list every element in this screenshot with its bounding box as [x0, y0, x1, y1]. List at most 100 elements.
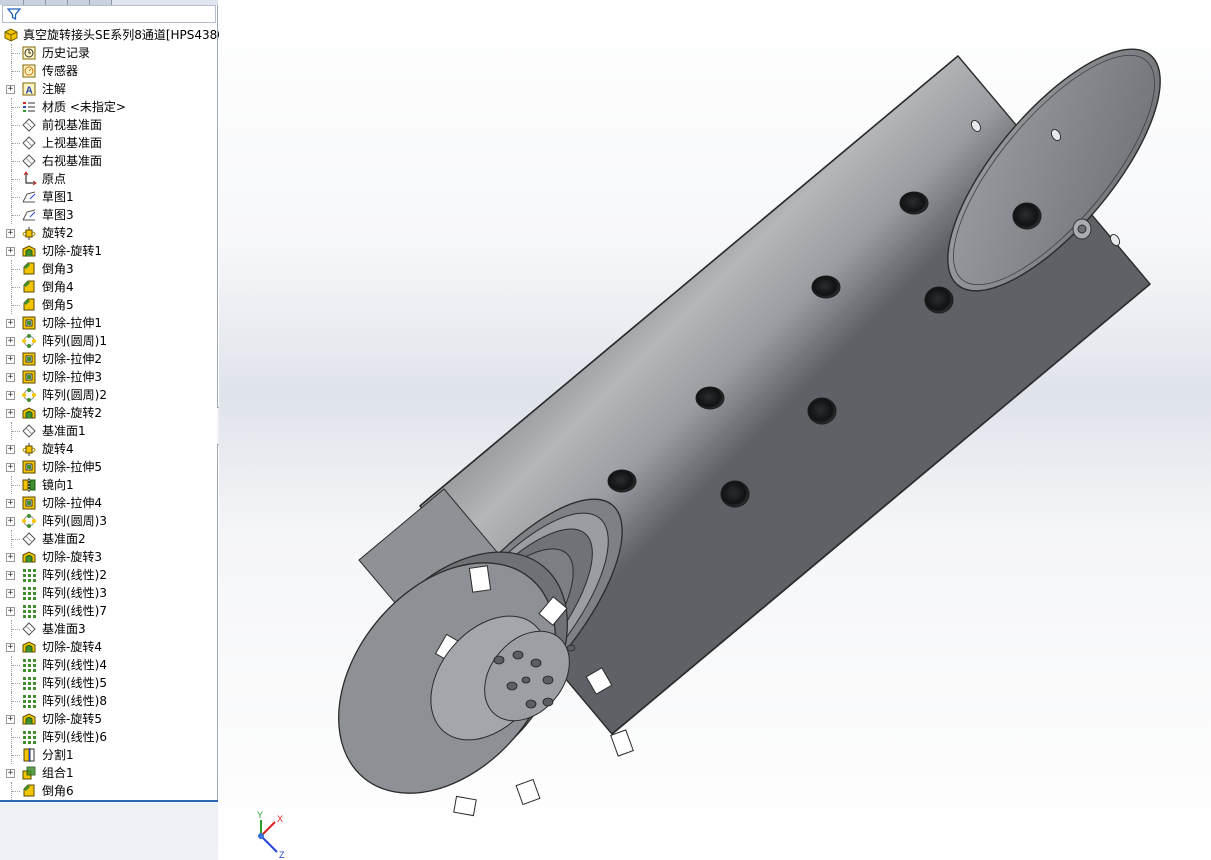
tree-root-part[interactable]: 真空旋转接头SE系列8通道[HPS4380: [0, 26, 225, 44]
tree-item-linear-pattern[interactable]: + 阵列(线性)2: [0, 566, 218, 584]
expand-toggle[interactable]: +: [6, 463, 15, 472]
tree-item-cut-extrude[interactable]: + 切除-拉伸2: [0, 350, 218, 368]
rotary-joint-model[interactable]: [219, 0, 1211, 860]
annotation-icon: A: [22, 82, 36, 97]
tree-item-linear-pattern[interactable]: + 阵列(线性)7: [0, 602, 218, 620]
tree-item-material[interactable]: 材质 <未指定>: [0, 98, 218, 116]
tree-item-linear-pattern[interactable]: 阵列(线性)6: [0, 728, 218, 746]
tree-item-cut-revolve[interactable]: + 切除-旋转4: [0, 638, 218, 656]
tree-item-label: 切除-拉伸5: [42, 460, 102, 474]
tree-item-linear-pattern[interactable]: 阵列(线性)5: [0, 674, 218, 692]
tree-item-label: 基准面1: [42, 424, 86, 438]
triad-z-label: Z: [279, 850, 285, 860]
expand-toggle[interactable]: +: [6, 553, 15, 562]
tree-item-label: 旋转4: [42, 442, 74, 456]
tree-connector: [11, 296, 20, 314]
expand-toggle[interactable]: +: [6, 445, 15, 454]
circular-pattern-icon: [22, 514, 36, 528]
tree-item-plane[interactable]: 上视基准面: [0, 134, 218, 152]
tree-item-cut-revolve[interactable]: + 切除-旋转1: [0, 242, 218, 260]
tree-item-label: 切除-旋转1: [42, 244, 102, 258]
tree-item-label: 右视基准面: [42, 154, 103, 168]
tree-item-chamfer[interactable]: 倒角3: [0, 260, 218, 278]
tree-item-linear-pattern[interactable]: 阵列(线性)4: [0, 656, 218, 674]
expand-toggle[interactable]: +: [6, 229, 15, 238]
revolve-icon: [22, 227, 36, 240]
tree-item-linear-pattern[interactable]: + 阵列(线性)3: [0, 584, 218, 602]
tree-connector: [11, 206, 20, 224]
chamfer-icon: [23, 280, 35, 293]
tree-item-circular-pattern[interactable]: + 阵列(圆周)2: [0, 386, 218, 404]
feature-filter-input[interactable]: [2, 5, 216, 23]
tree-item-cut-extrude[interactable]: + 切除-拉伸4: [0, 494, 218, 512]
expand-toggle[interactable]: +: [6, 499, 15, 508]
tree-item-plane[interactable]: 基准面1: [0, 422, 218, 440]
expand-toggle[interactable]: +: [6, 607, 15, 616]
tree-item-cut-revolve[interactable]: + 切除-旋转2: [0, 404, 218, 422]
tree-item-chamfer[interactable]: 倒角5: [0, 296, 218, 314]
cut-revolve-icon: [22, 407, 36, 419]
expand-toggle[interactable]: +: [6, 337, 15, 346]
tree-item-label: 注解: [42, 82, 67, 96]
tree-item-plane[interactable]: 右视基准面: [0, 152, 218, 170]
expand-toggle[interactable]: +: [6, 769, 15, 778]
tree-item-plane[interactable]: 前视基准面: [0, 116, 218, 134]
tree-item-combine[interactable]: + 组合1: [0, 764, 218, 782]
tree-item-linear-pattern[interactable]: 阵列(线性)8: [0, 692, 218, 710]
tree-item-label: 镜向1: [42, 478, 74, 492]
tree-item-circular-pattern[interactable]: + 阵列(圆周)1: [0, 332, 218, 350]
tree-item-revolve[interactable]: + 旋转2: [0, 224, 218, 242]
expand-toggle[interactable]: +: [6, 391, 15, 400]
tree-item-history[interactable]: 历史记录: [0, 44, 218, 62]
tree-item-label: 切除-拉伸4: [42, 496, 102, 510]
tree-item-cut-revolve[interactable]: + 切除-旋转5: [0, 710, 218, 728]
expand-toggle[interactable]: +: [6, 85, 15, 94]
view-triad: X Y Z: [257, 810, 285, 860]
tree-item-label: 倒角3: [42, 262, 74, 276]
tree-item-plane[interactable]: 基准面2: [0, 530, 218, 548]
expand-toggle[interactable]: +: [6, 715, 15, 724]
tree-item-annotation[interactable]: + A 注解: [0, 80, 218, 98]
tree-item-cut-extrude[interactable]: + 切除-拉伸1: [0, 314, 218, 332]
tree-item-label: 倒角5: [42, 298, 74, 312]
tree-item-origin[interactable]: 原点: [0, 170, 218, 188]
expand-toggle[interactable]: +: [6, 643, 15, 652]
tree-item-sketch[interactable]: 草图3: [0, 206, 218, 224]
tree-item-plane[interactable]: 基准面3: [0, 620, 218, 638]
expand-toggle[interactable]: +: [6, 247, 15, 256]
linear-pattern-icon: [23, 569, 36, 582]
expand-toggle[interactable]: +: [6, 373, 15, 382]
chamfer-icon: [23, 298, 35, 311]
tree-connector: [11, 692, 20, 710]
sketch-icon: [22, 191, 36, 203]
expand-toggle[interactable]: +: [6, 319, 15, 328]
tree-item-label: 旋转2: [42, 226, 74, 240]
tree-item-circular-pattern[interactable]: + 阵列(圆周)3: [0, 512, 218, 530]
tree-item-chamfer[interactable]: 倒角4: [0, 278, 218, 296]
tree-item-label: 阵列(线性)7: [42, 604, 107, 618]
tree-item-mirror[interactable]: 镜向1: [0, 476, 218, 494]
expand-toggle[interactable]: +: [6, 409, 15, 418]
expand-toggle[interactable]: +: [6, 571, 15, 580]
feature-tree: 真空旋转接头SE系列8通道[HPS4380 历史记录 传感器 + A 注解材质 <未指定…: [0, 26, 225, 800]
cut-revolve-icon: [22, 713, 36, 725]
tree-item-sketch[interactable]: 草图1: [0, 188, 218, 206]
tree-item-revolve[interactable]: + 旋转4: [0, 440, 218, 458]
tree-item-cut-extrude[interactable]: + 切除-拉伸3: [0, 368, 218, 386]
tree-item-label: 基准面3: [42, 622, 86, 636]
expand-toggle[interactable]: +: [6, 517, 15, 526]
funnel-icon[interactable]: [7, 7, 21, 21]
tree-item-cut-extrude[interactable]: + 切除-拉伸5: [0, 458, 218, 476]
graphics-area[interactable]: X Y Z: [219, 0, 1211, 860]
expand-toggle[interactable]: +: [6, 355, 15, 364]
tree-item-split[interactable]: 分割1: [0, 746, 218, 764]
tree-connector: [11, 278, 20, 296]
tree-item-label: 倒角4: [42, 280, 74, 294]
triad-y-label: Y: [257, 810, 263, 820]
tree-item-chamfer[interactable]: 倒角6: [0, 782, 218, 800]
tree-item-sensor[interactable]: 传感器: [0, 62, 218, 80]
expand-toggle[interactable]: +: [6, 589, 15, 598]
tree-item-cut-revolve[interactable]: + 切除-旋转3: [0, 548, 218, 566]
tree-item-label: 上视基准面: [42, 136, 103, 150]
split-icon: [23, 748, 35, 762]
